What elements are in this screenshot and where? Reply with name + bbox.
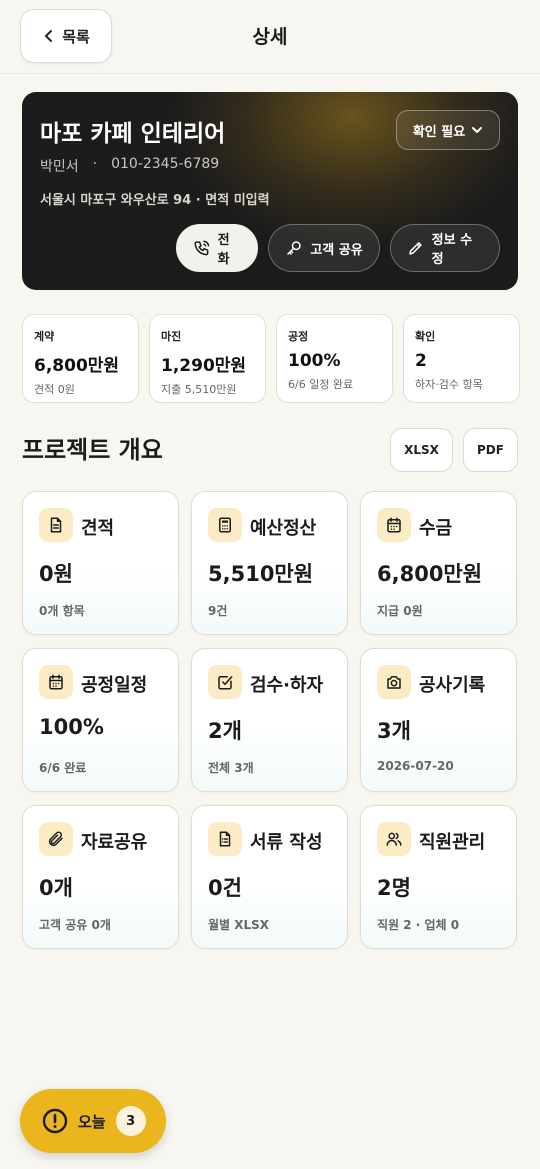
tile-staff[interactable]: 직원관리 2명 직원 2 · 업체 0 xyxy=(360,805,517,949)
tile-sub: 2026-07-20 xyxy=(377,759,454,773)
tile-sub: 전체 3개 xyxy=(208,761,254,775)
tile-inspection[interactable]: 검수·하자 2개 전체 3개 xyxy=(191,648,348,792)
tile-value: 2개 xyxy=(208,719,242,743)
status-label: 확인 필요 xyxy=(412,124,466,140)
calendar-icon xyxy=(377,508,411,542)
tile-sub: 월별 XLSX xyxy=(208,918,270,932)
tile-title: 검수·하자 xyxy=(250,675,324,696)
project-title: 마포 카페 인테리어 xyxy=(40,121,226,147)
tile-sub: 6/6 완료 xyxy=(39,761,87,775)
contact-line: 박민서 · 010-2345-6789 xyxy=(40,156,219,176)
tile-sub: 0개 항목 xyxy=(39,604,85,618)
project-address: 서울시 마포구 와우산로 94 · 면적 미입력 xyxy=(40,193,270,208)
tile-value: 0원 xyxy=(39,562,73,586)
tile-title: 예산정산 xyxy=(250,518,317,539)
tile-title: 견적 xyxy=(81,518,115,539)
stat-value: 2 xyxy=(415,351,427,371)
tile-file-share[interactable]: 자료공유 0개 고객 공유 0개 xyxy=(22,805,179,949)
tile-value: 3개 xyxy=(377,719,411,743)
stat-label: 계약 xyxy=(34,330,55,343)
stat-sub: 6/6 일정 완료 xyxy=(288,378,354,391)
stat-label: 공정 xyxy=(288,330,309,343)
stat-sub: 하자·검수 항목 xyxy=(415,378,483,391)
checkbox-icon xyxy=(208,665,242,699)
overview-grid: 견적 0원 0개 항목 예산정산 5,510만원 9건 수금 6,800만원 지… xyxy=(22,491,518,949)
file-list-icon xyxy=(208,822,242,856)
key-icon xyxy=(287,241,302,255)
tile-sub: 고객 공유 0개 xyxy=(39,918,111,932)
edit-info-button[interactable]: 정보 수정 xyxy=(390,224,500,272)
top-bar: 목록 상세 xyxy=(0,0,540,74)
tile-sub: 지급 0원 xyxy=(377,604,423,618)
contact-name: 박민서 xyxy=(40,159,79,175)
tile-value: 0개 xyxy=(39,876,73,900)
pencil-icon xyxy=(409,242,422,255)
tile-sub: 9건 xyxy=(208,604,228,618)
document-icon xyxy=(39,508,73,542)
tile-title: 공정일정 xyxy=(81,675,148,696)
customer-share-label: 고객 공유 xyxy=(310,242,363,258)
status-dropdown[interactable]: 확인 필요 xyxy=(396,110,500,150)
tile-estimate[interactable]: 견적 0원 0개 항목 xyxy=(22,491,179,635)
tile-title: 공사기록 xyxy=(419,675,486,696)
tile-schedule[interactable]: 공정일정 100% 6/6 완료 xyxy=(22,648,179,792)
today-fab-button[interactable]: 오늘 3 xyxy=(20,1089,166,1153)
section-title: 프로젝트 개요 xyxy=(22,436,163,464)
stat-label: 확인 xyxy=(415,330,436,343)
tile-title: 자료공유 xyxy=(81,832,148,853)
calculator-icon xyxy=(208,508,242,542)
customer-share-button[interactable]: 고객 공유 xyxy=(268,224,380,272)
stat-margin: 마진 1,290만원 지출 5,510만원 xyxy=(149,314,266,403)
summary-stats: 계약 6,800만원 견적 0원 마진 1,290만원 지출 5,510만원 공… xyxy=(22,314,520,403)
today-count-badge: 3 xyxy=(115,1106,146,1136)
tile-construction-log[interactable]: 공사기록 3개 2026-07-20 xyxy=(360,648,517,792)
hero-actions: 전화 고객 공유 정보 수정 xyxy=(176,224,500,272)
contact-separator: · xyxy=(92,156,98,172)
page-title: 상세 xyxy=(252,26,288,48)
stat-sub: 지출 5,510만원 xyxy=(161,383,237,396)
tile-value: 0건 xyxy=(208,876,242,900)
stat-check: 확인 2 하자·검수 항목 xyxy=(403,314,520,403)
edit-info-label: 정보 수정 xyxy=(431,233,473,267)
export-pdf-button[interactable]: PDF xyxy=(463,428,518,472)
tile-value: 2명 xyxy=(377,876,411,900)
tile-value: 100% xyxy=(39,715,104,739)
call-button-label: 전화 xyxy=(217,233,230,267)
today-label: 오늘 xyxy=(78,1112,106,1131)
tile-budget[interactable]: 예산정산 5,510만원 9건 xyxy=(191,491,348,635)
stat-sub: 견적 0원 xyxy=(34,383,75,396)
project-hero-card: 마포 카페 인테리어 확인 필요 박민서 · 010-2345-6789 서울시… xyxy=(22,92,518,290)
tile-collection[interactable]: 수금 6,800만원 지급 0원 xyxy=(360,491,517,635)
contact-phone: 010-2345-6789 xyxy=(111,156,220,172)
tile-value: 6,800만원 xyxy=(377,562,483,586)
tile-title: 서류 작성 xyxy=(250,832,323,853)
phone-icon xyxy=(194,240,210,256)
export-xlsx-button[interactable]: XLSX xyxy=(390,428,453,472)
export-buttons: XLSX PDF xyxy=(390,428,518,472)
stat-value: 100% xyxy=(288,351,341,371)
paperclip-icon xyxy=(39,822,73,856)
stat-value: 6,800만원 xyxy=(34,356,120,376)
tile-documents[interactable]: 서류 작성 0건 월별 XLSX xyxy=(191,805,348,949)
stat-contract: 계약 6,800만원 견적 0원 xyxy=(22,314,139,403)
tile-value: 5,510만원 xyxy=(208,562,314,586)
tile-title: 직원관리 xyxy=(419,832,486,853)
tile-title: 수금 xyxy=(419,518,453,539)
camera-icon xyxy=(377,665,411,699)
stat-process: 공정 100% 6/6 일정 완료 xyxy=(276,314,393,403)
stat-label: 마진 xyxy=(161,330,182,343)
calendar-icon xyxy=(39,665,73,699)
users-icon xyxy=(377,822,411,856)
alert-circle-icon xyxy=(42,1108,68,1134)
tile-sub: 직원 2 · 업체 0 xyxy=(377,918,460,932)
call-button[interactable]: 전화 xyxy=(176,224,258,272)
stat-value: 1,290만원 xyxy=(161,356,247,376)
chevron-down-icon xyxy=(472,127,483,133)
